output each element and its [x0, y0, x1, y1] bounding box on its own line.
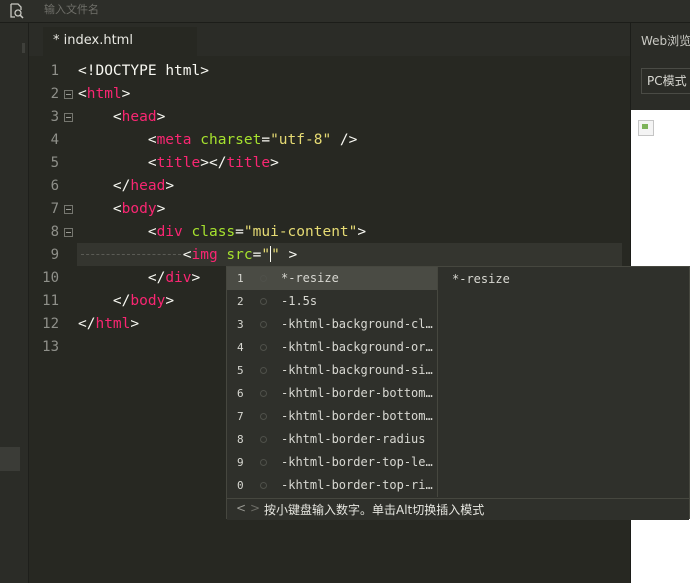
autocomplete-item-label: -khtml-background-si…	[281, 363, 433, 377]
code-line-10[interactable]: </div>	[78, 267, 200, 290]
autocomplete-item-label: -khtml-border-bottom…	[281, 386, 433, 400]
editor-tab-bar: * index.html	[29, 23, 630, 56]
autocomplete-item-number: 3	[237, 318, 244, 331]
code-line-9[interactable]: <img src="" >	[78, 244, 297, 267]
property-icon	[260, 482, 267, 489]
file-search-input[interactable]: 输入文件名	[44, 2, 99, 18]
property-icon	[260, 298, 267, 305]
fold-toggle-icon[interactable]	[64, 228, 73, 237]
top-search-bar: 输入文件名	[0, 0, 690, 23]
property-icon	[260, 367, 267, 374]
line-number: 7	[50, 201, 59, 217]
broken-image-icon	[638, 120, 654, 136]
line-number: 2	[50, 86, 59, 102]
code-line-7[interactable]: <body>	[78, 198, 165, 221]
property-icon	[260, 459, 267, 466]
line-number: 12	[42, 316, 59, 332]
autocomplete-item-number: 0	[237, 479, 244, 492]
line-number: 10	[42, 270, 59, 286]
left-panel-scroll-thumb[interactable]	[0, 447, 20, 471]
autocomplete-item-number: 9	[237, 456, 244, 469]
panel-splitter[interactable]	[22, 43, 25, 53]
code-line-8[interactable]: <div class="mui-content">	[78, 221, 366, 244]
code-line-4[interactable]: <meta charset="utf-8" />	[78, 129, 358, 152]
fold-toggle-icon[interactable]	[64, 205, 73, 214]
pc-mode-button[interactable]: PC模式	[641, 68, 690, 94]
code-line-5[interactable]: <title></title>	[78, 152, 279, 175]
autocomplete-item-label: -1.5s	[281, 294, 318, 308]
autocomplete-detail: *-resize	[437, 267, 690, 497]
line-number: 1	[50, 63, 59, 79]
autocomplete-hint: 按小键盘输入数字。单击Alt切换插入模式	[264, 503, 485, 517]
autocomplete-item[interactable]: 7 -khtml-border-bottom…	[227, 405, 437, 428]
autocomplete-item[interactable]: 5 -khtml-background-si…	[227, 359, 437, 382]
next-page-icon[interactable]: >	[250, 501, 260, 515]
autocomplete-item-label: -khtml-border-radius	[281, 432, 426, 446]
line-number: 3	[50, 109, 59, 125]
property-icon	[260, 321, 267, 328]
file-search-icon[interactable]	[9, 3, 25, 19]
line-number: 6	[50, 178, 59, 194]
left-side-panel	[0, 23, 29, 583]
code-line-3[interactable]: <head>	[78, 106, 165, 129]
fold-toggle-icon[interactable]	[64, 90, 73, 99]
code-line-12[interactable]: </html>	[78, 313, 139, 336]
autocomplete-item-label: -khtml-background-or…	[281, 340, 433, 354]
autocomplete-item-number: 8	[237, 433, 244, 446]
line-number: 9	[50, 247, 59, 263]
autocomplete-item-number: 2	[237, 295, 244, 308]
web-preview-title[interactable]: Web浏览	[641, 32, 690, 49]
line-number: 4	[50, 132, 59, 148]
code-line-6[interactable]: </head>	[78, 175, 174, 198]
autocomplete-item[interactable]: 8 -khtml-border-radius	[227, 428, 437, 451]
line-number: 11	[42, 293, 59, 309]
autocomplete-item-number: 7	[237, 410, 244, 423]
autocomplete-item-number: 1	[237, 272, 244, 285]
property-icon	[260, 436, 267, 443]
autocomplete-item[interactable]: 6 -khtml-border-bottom…	[227, 382, 437, 405]
tab-index-html[interactable]: * index.html	[43, 27, 197, 56]
autocomplete-item-number: 6	[237, 387, 244, 400]
autocomplete-item-label: -khtml-border-top-ri…	[281, 478, 433, 492]
autocomplete-detail-text: *-resize	[452, 272, 510, 286]
autocomplete-item[interactable]: 9 -khtml-border-top-le…	[227, 451, 437, 474]
property-icon	[260, 390, 267, 397]
autocomplete-item[interactable]: 3 -khtml-background-cl…	[227, 313, 437, 336]
autocomplete-item-label: *-resize	[281, 271, 339, 285]
autocomplete-list: 1 *-resize 2 -1.5s 3 -khtml-background-cl… 4 -k…	[227, 267, 437, 497]
code-line-2[interactable]: <html>	[78, 83, 130, 106]
autocomplete-item-number: 4	[237, 341, 244, 354]
line-number: 5	[50, 155, 59, 171]
fold-toggle-icon[interactable]	[64, 113, 73, 122]
autocomplete-item-label: -khtml-border-top-le…	[281, 455, 433, 469]
autocomplete-item[interactable]: 0 -khtml-border-top-ri…	[227, 474, 437, 497]
autocomplete-item[interactable]: 1 *-resize	[227, 267, 437, 290]
code-line-1[interactable]: <!DOCTYPE html>	[78, 60, 209, 83]
previous-page-icon[interactable]: <	[236, 501, 246, 515]
line-number: 13	[42, 339, 59, 355]
autocomplete-popup: 1 *-resize 2 -1.5s 3 -khtml-background-cl… 4 -k…	[226, 266, 690, 520]
autocomplete-item-label: -khtml-border-bottom…	[281, 409, 433, 423]
autocomplete-item[interactable]: 2 -1.5s	[227, 290, 437, 313]
property-icon	[260, 413, 267, 420]
autocomplete-item[interactable]: 4 -khtml-background-or…	[227, 336, 437, 359]
autocomplete-item-number: 5	[237, 364, 244, 377]
autocomplete-footer: < > 按小键盘输入数字。单击Alt切换插入模式	[227, 498, 689, 520]
autocomplete-item-label: -khtml-background-cl…	[281, 317, 433, 331]
property-icon	[260, 275, 267, 282]
code-line-11[interactable]: </body>	[78, 290, 174, 313]
line-number: 8	[50, 224, 59, 240]
property-icon	[260, 344, 267, 351]
